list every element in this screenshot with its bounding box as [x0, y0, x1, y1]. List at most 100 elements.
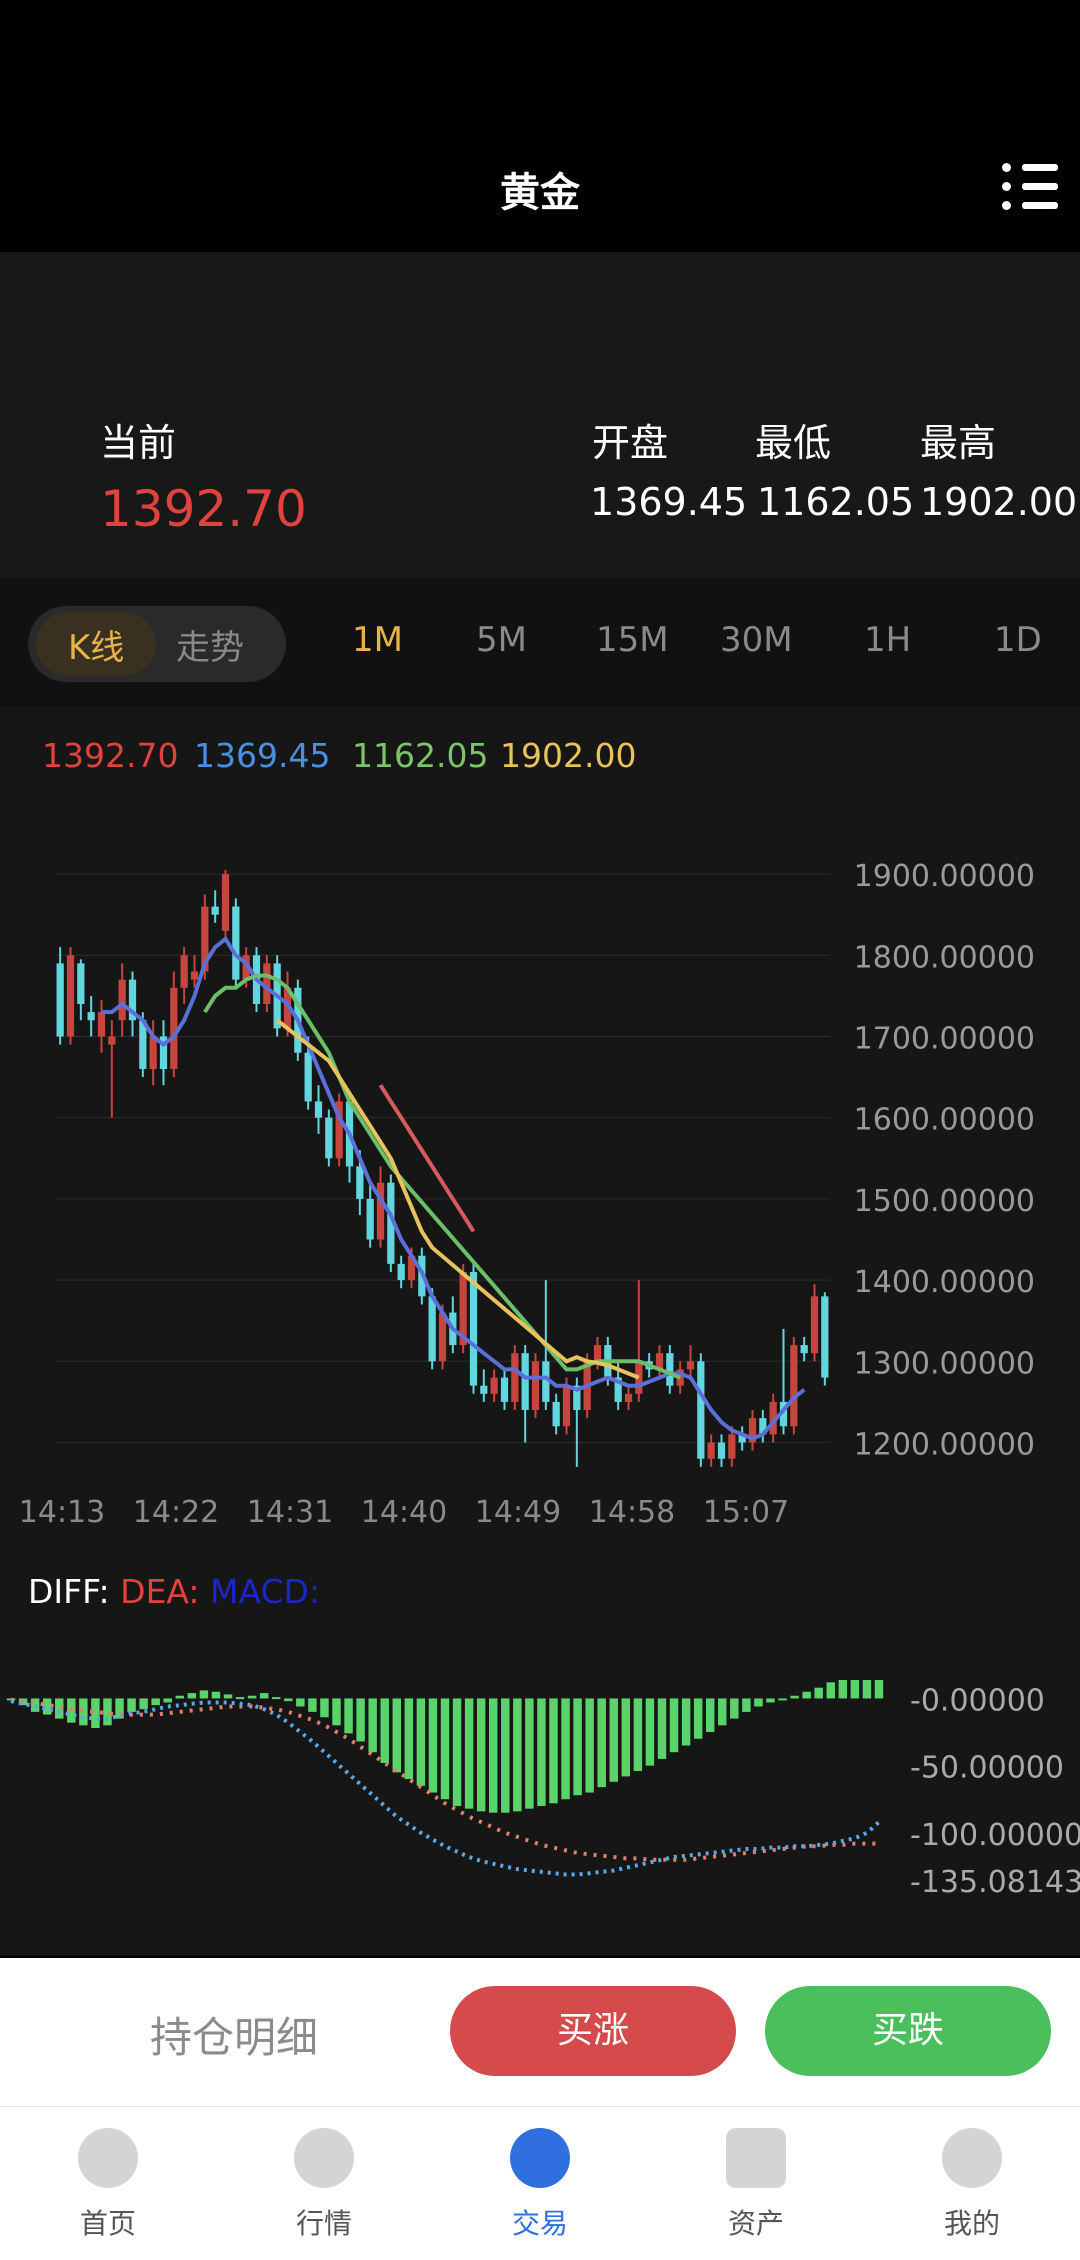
candle-body	[366, 1198, 374, 1240]
tab-trend[interactable]: 走势	[176, 620, 244, 669]
macd-bar	[513, 1698, 522, 1812]
nav-assets-label: 资产	[727, 2207, 784, 2240]
candle-body	[624, 1393, 633, 1402]
tab-kline[interactable]: K线	[68, 620, 124, 669]
macd-bar	[428, 1698, 438, 1793]
nav-profile-label: 我的	[943, 2207, 1000, 2240]
candle-body	[480, 1385, 488, 1394]
nav-trade[interactable]: 交易	[432, 2106, 648, 2259]
ma-legend-2: 1369.45	[194, 736, 331, 775]
macd-bar	[549, 1698, 558, 1804]
candle-body	[376, 1182, 385, 1240]
macd-bar	[440, 1698, 450, 1800]
macd-bar	[766, 1698, 775, 1703]
macd-legend-diff: DIFF:	[28, 1572, 110, 1611]
buy-down-button[interactable]: 买跌	[765, 1986, 1051, 2076]
nav-market-label: 行情	[295, 2207, 352, 2240]
nav-home-label: 首页	[79, 2207, 136, 2240]
candle-body	[87, 1012, 95, 1021]
candle-body	[500, 1377, 509, 1402]
candle-body	[810, 1296, 819, 1354]
macd-bar	[681, 1698, 691, 1746]
macd-bar	[452, 1698, 462, 1806]
candle-body	[666, 1353, 674, 1386]
macd-y-tick: -135.08143	[910, 1865, 1080, 1900]
macd-bar	[705, 1698, 715, 1733]
tab-1h[interactable]: 1H	[864, 620, 911, 660]
nav-market[interactable]: 行情	[216, 2106, 432, 2259]
candle-body	[149, 1036, 157, 1069]
candle-body	[304, 1052, 312, 1102]
macd-bar	[356, 1698, 365, 1742]
open-label: 开盘	[592, 421, 669, 465]
candle-body	[469, 1271, 478, 1386]
macd-bar	[416, 1698, 426, 1786]
macd-bar	[862, 1680, 872, 1699]
macd-bar	[585, 1698, 594, 1793]
macd-bar	[151, 1698, 160, 1706]
candle-body	[97, 1012, 106, 1037]
candle-body	[221, 874, 230, 931]
ma-legend-1: 1392.70	[42, 736, 179, 775]
buy-up-button[interactable]: 买涨	[450, 1986, 736, 2076]
current-price: 1392.70	[100, 480, 307, 538]
position-detail-link[interactable]: 持仓明细	[150, 2004, 318, 2065]
tab-1d[interactable]: 1D	[994, 620, 1042, 660]
macd-y-tick: -50.00000	[910, 1751, 1064, 1786]
tab-5m[interactable]: 5M	[476, 620, 527, 660]
macd-bar	[657, 1698, 667, 1759]
candle-body	[428, 1296, 436, 1362]
macd-bar	[645, 1698, 655, 1766]
macd-bar	[211, 1691, 221, 1699]
macd-y-tick: -100.00000	[910, 1818, 1080, 1853]
macd-bar	[404, 1698, 414, 1780]
candle-body	[490, 1377, 498, 1394]
macd-bar	[537, 1698, 546, 1806]
candle-body	[821, 1296, 829, 1378]
candle-body	[593, 1345, 602, 1362]
nav-home[interactable]: 首页	[0, 2106, 216, 2259]
x-tick-label: 14:22	[133, 1495, 219, 1530]
trade-icon	[510, 2128, 570, 2188]
page-title: 黄金	[500, 170, 580, 216]
menu-icon[interactable]	[1002, 160, 1058, 216]
tab-1m[interactable]: 1M	[352, 620, 403, 660]
candlestick-chart[interactable]: 1900.00000 1800.00000 1700.00000 1600.00000…	[0, 850, 1080, 1530]
candle-body	[790, 1345, 798, 1427]
macd-bar	[597, 1698, 606, 1788]
candle-body	[686, 1361, 695, 1370]
market-icon	[294, 2128, 354, 2188]
macd-bar	[344, 1698, 353, 1734]
macd-bar	[320, 1698, 329, 1718]
macd-bar	[308, 1698, 317, 1712]
macd-bar	[742, 1698, 751, 1712]
macd-bar	[476, 1698, 486, 1812]
macd-bar	[693, 1698, 703, 1739]
candle-body	[77, 963, 85, 1004]
macd-bar	[235, 1697, 245, 1700]
macd-bar	[826, 1682, 835, 1699]
candle-body	[314, 1101, 323, 1118]
macd-bar	[778, 1698, 787, 1701]
y-tick-label: 1600.00000	[854, 1103, 1035, 1138]
macd-bar	[790, 1695, 799, 1699]
open-value: 1369.45	[590, 480, 748, 524]
candle-body	[800, 1345, 808, 1354]
tab-15m[interactable]: 15M	[596, 620, 669, 660]
y-tick-label: 1500.00000	[854, 1184, 1035, 1219]
macd-bar	[573, 1698, 582, 1796]
candle-body	[190, 971, 199, 980]
profile-icon	[942, 2128, 1002, 2188]
candle-body	[325, 1117, 333, 1159]
y-tick-label: 1800.00000	[854, 940, 1035, 975]
macd-y-tick: -0.00000	[910, 1683, 1045, 1718]
nav-profile[interactable]: 我的	[864, 2106, 1080, 2259]
candle-body	[521, 1353, 529, 1411]
macd-bar	[368, 1698, 377, 1753]
tab-30m[interactable]: 30M	[720, 620, 793, 660]
macd-bar	[332, 1698, 341, 1726]
y-tick-label: 1400.00000	[854, 1265, 1035, 1300]
macd-legend-dea: DEA:	[120, 1572, 200, 1611]
macd-bar	[284, 1698, 293, 1702]
nav-assets[interactable]: 资产	[648, 2106, 864, 2259]
